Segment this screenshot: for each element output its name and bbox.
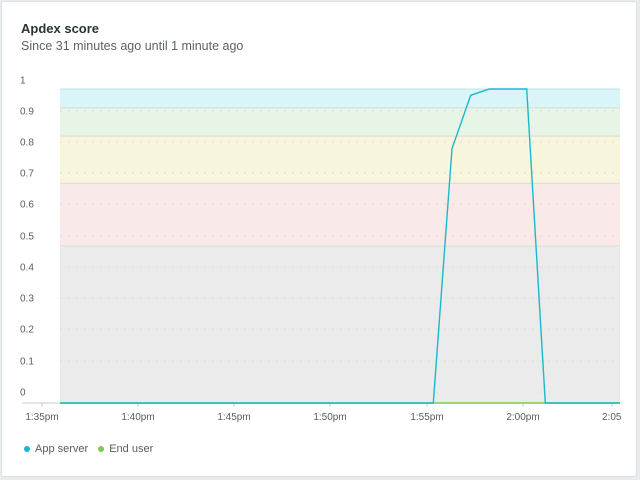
- band-unacceptable: [60, 246, 620, 403]
- y-tick-label: 1: [20, 76, 26, 87]
- band-good: [60, 107, 620, 137]
- legend-item-end-user[interactable]: End user: [98, 443, 153, 455]
- chart-legend: App server End user: [24, 443, 153, 455]
- y-tick-label: 0.3: [20, 294, 34, 305]
- x-tick-label: 2:00pm: [506, 412, 539, 423]
- x-tick-label: 1:50pm: [313, 412, 346, 423]
- app-server-dot-icon: [24, 446, 30, 452]
- y-tick-label: 0.6: [20, 200, 34, 211]
- legend-item-app-server[interactable]: App server: [24, 443, 88, 455]
- y-tick-label: 0.8: [20, 138, 34, 149]
- y-axis-ticks: 0 0.1 0.2 0.3 0.4 0.5 0.6 0.7 0.8 0.9 1: [20, 76, 34, 399]
- legend-label-end-user: End user: [109, 443, 154, 455]
- legend-label-app-server: App server: [35, 443, 89, 455]
- band-excellent: [60, 89, 620, 108]
- x-tick-label: 1:35pm: [25, 412, 58, 423]
- band-fair: [60, 136, 620, 184]
- x-tick-label: 1:45pm: [217, 412, 250, 423]
- y-tick-label: 0.2: [20, 325, 34, 336]
- y-tick-label: 0: [20, 388, 26, 399]
- y-tick-label: 0.1: [20, 357, 34, 368]
- end-user-dot-icon: [98, 446, 105, 452]
- y-tick-label: 0.4: [20, 263, 34, 274]
- x-tick-label: 1:40pm: [121, 412, 154, 423]
- x-tick-label: 1:55pm: [410, 412, 443, 423]
- x-axis-ticks: 1:35pm 1:40pm 1:45pm 1:50pm 1:55pm 2:00pm 2:05: [25, 403, 622, 423]
- y-tick-label: 0.7: [20, 169, 34, 180]
- y-tick-label: 0.5: [20, 232, 34, 243]
- y-tick-label: 0.9: [20, 107, 34, 118]
- apdex-chart: 0 0.1 0.2 0.3 0.4 0.5 0.6 0.7 0.8 0.9 1 1:35pm 1:40…: [20, 76, 622, 424]
- x-tick-label: 2:05: [602, 412, 622, 423]
